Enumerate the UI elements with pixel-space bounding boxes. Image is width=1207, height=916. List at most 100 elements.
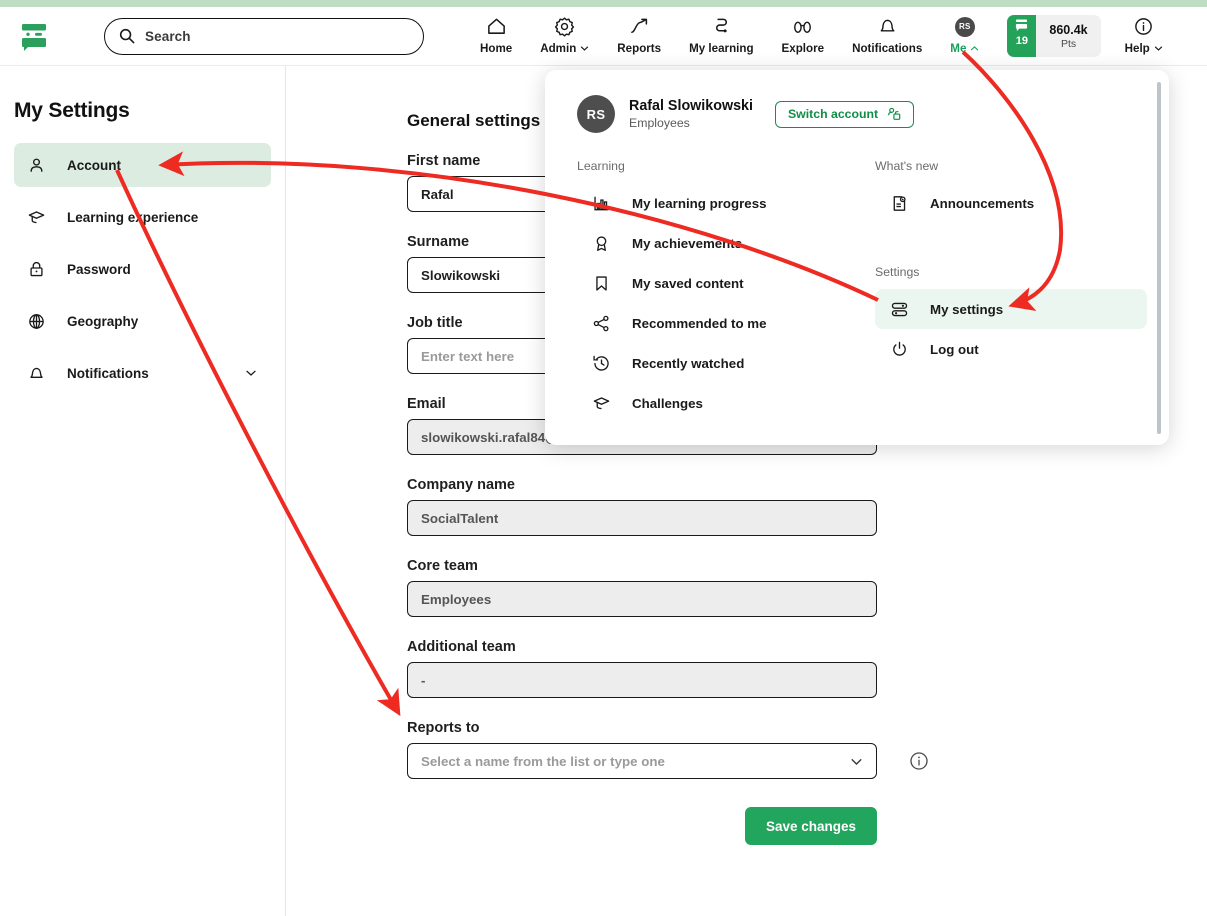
menu-item-label: My learning progress — [632, 195, 767, 211]
nav-label-text: Admin — [540, 42, 577, 55]
points-badge[interactable]: 19 860.4k Pts — [1007, 15, 1101, 57]
share-icon — [591, 313, 612, 334]
field-company-name: Company name SocialTalent — [407, 477, 877, 536]
sidebar-item-learning-experience[interactable]: Learning experience — [14, 195, 271, 239]
nav-label: Me — [950, 42, 979, 55]
sidebar-item-account[interactable]: Account — [14, 143, 271, 187]
sidebar-list: Account Learning experience Password Geo… — [0, 143, 285, 395]
company-name-field: SocialTalent — [407, 500, 877, 536]
home-icon — [486, 15, 507, 38]
me-panel-header: RS Rafal Slowikowski Employees Switch ac… — [545, 70, 1169, 133]
points-values: 860.4k Pts — [1036, 15, 1100, 57]
field-additional-team: Additional team - — [407, 639, 877, 698]
nav-item-help[interactable]: Help — [1111, 15, 1177, 55]
nav-label: My learning — [689, 42, 754, 55]
nav-label: Admin — [540, 42, 589, 55]
sliders-icon — [889, 299, 910, 320]
search-input[interactable]: Search — [104, 17, 424, 55]
nav-item-reports[interactable]: Reports — [603, 15, 675, 55]
nav-item-my-learning[interactable]: My learning — [675, 15, 767, 55]
bell-icon — [26, 363, 46, 383]
reports-to-select[interactable]: Select a name from the list or type one — [407, 743, 877, 779]
sidebar-item-label: Learning experience — [67, 209, 199, 225]
path-icon — [711, 15, 732, 38]
nav-label: Notifications — [852, 42, 923, 55]
switch-account-icon — [888, 107, 901, 120]
me-panel-columns: Learning My learning progress My achieve… — [545, 159, 1169, 423]
announcement-icon — [889, 193, 910, 214]
user-identity: Rafal Slowikowski Employees — [629, 98, 753, 130]
menu-item-label: My achievements — [632, 235, 743, 251]
nav-item-admin[interactable]: Admin — [526, 15, 603, 55]
save-button[interactable]: Save changes — [744, 807, 877, 845]
sidebar-item-password[interactable]: Password — [14, 247, 271, 291]
menu-item-log-out[interactable]: Log out — [875, 329, 1147, 369]
panel-scrollbar[interactable] — [1157, 82, 1161, 434]
avatar: RS — [954, 16, 975, 37]
learning-section: Learning My learning progress My achieve… — [545, 159, 875, 423]
search-placeholder: Search — [145, 28, 191, 44]
points-level: 19 — [1015, 35, 1029, 47]
info-icon[interactable] — [909, 751, 929, 771]
menu-item-challenges[interactable]: Challenges — [577, 383, 857, 423]
sidebar-item-label: Geography — [67, 313, 139, 329]
avatar: RS — [577, 95, 615, 133]
chevron-down-icon — [1154, 46, 1162, 51]
globe-icon — [26, 311, 46, 331]
field-label: Reports to — [407, 720, 480, 736]
graduation-cap-icon — [26, 207, 46, 227]
menu-item-my-learning-progress[interactable]: My learning progress — [577, 183, 857, 223]
menu-item-recommended-to-me[interactable]: Recommended to me — [577, 303, 857, 343]
nav-item-home[interactable]: Home — [466, 15, 526, 55]
field-reports-to: Reports to Select a name from the list o… — [407, 720, 928, 779]
additional-team-field: - — [407, 662, 877, 698]
points-level-badge: 19 — [1007, 15, 1037, 57]
nav-item-notifications[interactable]: Notifications — [838, 15, 936, 55]
nav-label-text: Help — [1124, 42, 1150, 55]
section-title: Settings — [875, 265, 920, 279]
menu-item-label: Recently watched — [632, 355, 745, 371]
core-team-field: Employees — [407, 581, 877, 617]
nav-item-me[interactable]: RS Me — [936, 15, 993, 55]
points-badge-icon — [1016, 19, 1028, 32]
lock-icon — [26, 259, 46, 279]
menu-item-my-settings[interactable]: My settings — [875, 289, 1147, 329]
switch-account-button[interactable]: Switch account — [774, 100, 915, 128]
menu-item-my-saved-content[interactable]: My saved content — [577, 263, 857, 303]
bar-chart-icon — [591, 193, 612, 214]
menu-item-my-achievements[interactable]: My achievements — [577, 223, 857, 263]
sidebar-item-geography[interactable]: Geography — [14, 299, 271, 343]
main-nav: Home Admin Reports My learning Explore N… — [466, 15, 1177, 57]
form-actions: Save changes — [407, 807, 877, 845]
field-label: Core team — [407, 558, 478, 574]
trending-up-icon — [629, 15, 650, 38]
info-icon — [1133, 15, 1154, 38]
top-accent-strip — [0, 0, 1207, 7]
me-dropdown-panel: RS Rafal Slowikowski Employees Switch ac… — [545, 70, 1169, 445]
menu-item-announcements[interactable]: Announcements — [875, 183, 1147, 223]
chevron-down-icon[interactable] — [245, 367, 257, 379]
settings-sidebar: My Settings Account Learning experience … — [0, 66, 286, 916]
app-root: Search Home Admin Reports My learning Ex… — [0, 0, 1207, 916]
sidebar-item-notifications[interactable]: Notifications — [14, 351, 271, 395]
field-label: Company name — [407, 477, 515, 493]
sidebar-item-label: Notifications — [67, 365, 149, 381]
page-title: My Settings — [14, 99, 130, 122]
menu-item-label: Log out — [930, 341, 979, 357]
menu-item-recently-watched[interactable]: Recently watched — [577, 343, 857, 383]
reports-to-placeholder: Select a name from the list or type one — [421, 753, 665, 769]
right-sections: What's new Announcements Settings My set… — [875, 159, 1165, 423]
chevron-up-icon — [971, 46, 979, 51]
power-icon — [889, 339, 910, 360]
section-title: What's new — [875, 159, 939, 173]
socialtalent-logo-icon[interactable] — [18, 19, 52, 53]
menu-item-label: Announcements — [930, 195, 1035, 211]
section-title: Learning — [577, 159, 625, 173]
nav-label-text: Me — [950, 42, 967, 55]
menu-item-label: My settings — [930, 301, 1004, 317]
user-name: Rafal Slowikowski — [629, 98, 753, 114]
field-label: Additional team — [407, 639, 516, 655]
nav-item-explore[interactable]: Explore — [768, 15, 839, 55]
nav-label: Home — [480, 42, 513, 55]
